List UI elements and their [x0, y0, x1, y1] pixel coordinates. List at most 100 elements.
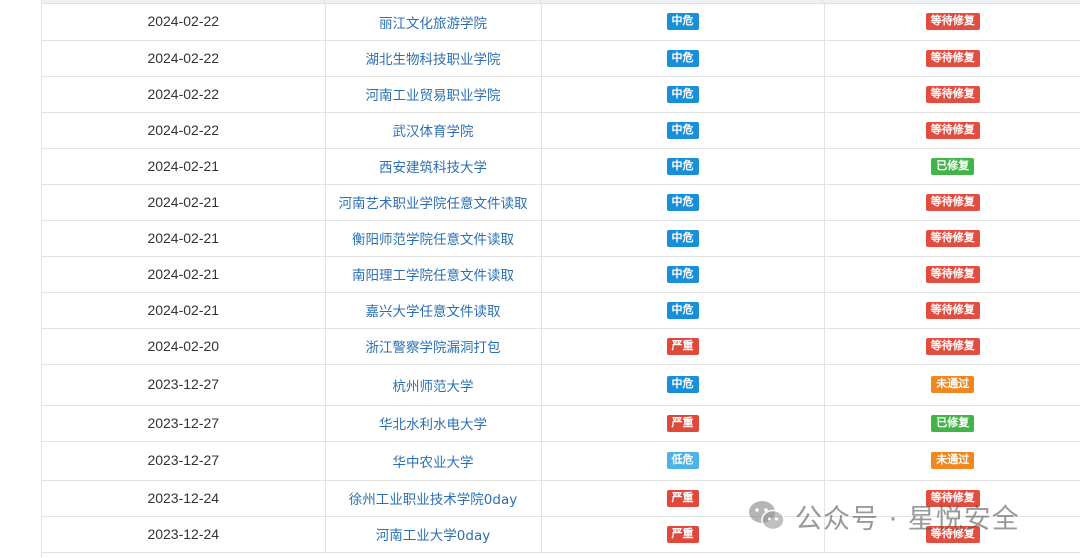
date-cell: 2024-02-22 [42, 40, 326, 77]
level-cell: 严重 [541, 480, 825, 517]
date-cell: 2023-12-24 [42, 480, 326, 517]
report-date: 2023-12-27 [147, 376, 220, 392]
name-cell: 河南工业贸易职业学院 [325, 76, 542, 113]
severity-badge: 中危 [666, 13, 699, 31]
severity-badge: 中危 [666, 121, 699, 139]
date-cell: 2024-02-22 [42, 112, 326, 149]
vulnerability-title-link[interactable]: 嘉兴大学任意文件读取 [366, 304, 501, 320]
table-row: 2024-02-21 西安建筑科技大学 中危 已修复 [42, 148, 1080, 185]
table-row: 2023-12-27 杭州师范大学 中危 未通过 [42, 364, 1080, 406]
report-date: 2024-02-22 [147, 49, 220, 66]
severity-badge: 中危 [666, 49, 699, 67]
table-row: 2024-02-21 衡阳师范学院任意文件读取 中危 等待修复 [42, 220, 1080, 257]
name-cell: 河南工业大学0day [325, 516, 542, 553]
date-cell: 2024-02-21 [42, 184, 326, 221]
name-cell: 河南艺术职业学院任意文件读取 [325, 184, 542, 221]
date-cell: 2024-02-21 [42, 148, 326, 185]
name-cell: 华中农业大学 [325, 441, 542, 481]
vulnerability-title-link[interactable]: 湖北生物科技职业学院 [366, 52, 501, 68]
name-cell: 湖北生物科技职业学院 [325, 40, 542, 77]
date-cell: 2023-12-27 [42, 405, 326, 442]
status-cell: 等待修复 [824, 76, 1080, 113]
level-cell: 中危 [541, 76, 825, 113]
status-cell: 等待修复 [824, 328, 1080, 365]
status-badge: 等待修复 [925, 49, 980, 67]
status-cell: 未通过 [824, 441, 1080, 481]
status-badge: 等待修复 [925, 489, 980, 507]
severity-badge: 低危 [666, 452, 699, 469]
status-badge: 已修复 [931, 157, 975, 175]
vulnerability-title-link[interactable]: 徐州工业职业技术学院0day [349, 492, 517, 508]
severity-badge: 中危 [666, 376, 699, 393]
status-badge: 未通过 [931, 452, 975, 469]
table-row: 2023-12-24 徐州工业职业技术学院0day 严重 等待修复 [42, 480, 1080, 517]
severity-badge: 中危 [666, 265, 699, 283]
level-cell: 严重 [541, 405, 825, 442]
status-cell: 等待修复 [824, 184, 1080, 221]
vulnerability-title-link[interactable]: 浙江警察学院漏洞打包 [366, 340, 501, 356]
severity-badge: 严重 [666, 414, 699, 432]
vulnerability-title-link[interactable]: 武汉体育学院 [393, 124, 474, 140]
name-cell: 衡阳师范学院任意文件读取 [325, 220, 542, 257]
report-date: 2023-12-24 [147, 525, 220, 542]
status-cell: 等待修复 [824, 480, 1080, 517]
name-cell: 徐州工业职业技术学院0day [325, 480, 542, 517]
table-row: 2023-12-27 华北水利水电大学 严重 已修复 [42, 405, 1080, 442]
vulnerability-table: 2024-02-22 丽江文化旅游学院 中危 等待修复 2024-02-22 湖北生物科技… [42, 4, 1080, 553]
table-row: 2024-02-21 河南艺术职业学院任意文件读取 中危 等待修复 [42, 184, 1080, 221]
report-date: 2024-02-20 [147, 337, 220, 354]
vulnerability-title-link[interactable]: 河南工业贸易职业学院 [366, 88, 501, 104]
vulnerability-title-link[interactable]: 华北水利水电大学 [379, 417, 487, 433]
status-badge: 等待修复 [925, 13, 980, 31]
level-cell: 中危 [541, 256, 825, 293]
report-date: 2024-02-22 [147, 121, 220, 138]
level-cell: 严重 [541, 516, 825, 553]
status-badge: 等待修复 [925, 121, 980, 139]
table-row: 2024-02-21 嘉兴大学任意文件读取 中危 等待修复 [42, 292, 1080, 329]
table-body: 2024-02-22 丽江文化旅游学院 中危 等待修复 2024-02-22 湖北生物科技… [42, 4, 1080, 553]
vulnerability-title-link[interactable]: 华中农业大学 [393, 455, 474, 471]
name-cell: 武汉体育学院 [325, 112, 542, 149]
vulnerability-title-link[interactable]: 丽江文化旅游学院 [379, 16, 487, 32]
status-badge: 未通过 [931, 376, 975, 393]
status-badge: 等待修复 [925, 265, 980, 283]
vulnerability-title-link[interactable]: 杭州师范大学 [393, 379, 474, 395]
report-date: 2024-02-21 [147, 229, 220, 246]
report-date: 2024-02-22 [147, 85, 220, 102]
date-cell: 2023-12-24 [42, 516, 326, 553]
status-badge: 等待修复 [925, 301, 980, 319]
table-row: 2024-02-22 武汉体育学院 中危 等待修复 [42, 112, 1080, 149]
status-badge: 等待修复 [925, 337, 980, 355]
vulnerability-table-container: 2024-02-22 丽江文化旅游学院 中危 等待修复 2024-02-22 湖北生物科技… [41, 0, 1080, 558]
date-cell: 2024-02-21 [42, 220, 326, 257]
date-cell: 2023-12-27 [42, 364, 326, 406]
date-cell: 2023-12-27 [42, 441, 326, 481]
severity-badge: 中危 [666, 157, 699, 175]
report-date: 2024-02-21 [147, 301, 220, 318]
severity-badge: 中危 [666, 301, 699, 319]
status-badge: 已修复 [931, 414, 975, 432]
table-row: 2024-02-21 南阳理工学院任意文件读取 中危 等待修复 [42, 256, 1080, 293]
vulnerability-title-link[interactable]: 南阳理工学院任意文件读取 [352, 268, 514, 284]
level-cell: 中危 [541, 112, 825, 149]
vulnerability-title-link[interactable]: 西安建筑科技大学 [379, 160, 487, 176]
report-date: 2024-02-21 [147, 193, 220, 210]
name-cell: 西安建筑科技大学 [325, 148, 542, 185]
report-date: 2023-12-27 [147, 452, 220, 468]
level-cell: 中危 [541, 364, 825, 406]
name-cell: 丽江文化旅游学院 [325, 4, 542, 41]
report-date: 2023-12-24 [147, 489, 220, 506]
status-cell: 等待修复 [824, 516, 1080, 553]
table-row: 2023-12-27 华中农业大学 低危 未通过 [42, 441, 1080, 481]
status-cell: 等待修复 [824, 256, 1080, 293]
report-date: 2024-02-21 [147, 157, 220, 174]
table-row: 2024-02-22 丽江文化旅游学院 中危 等待修复 [42, 4, 1080, 41]
level-cell: 中危 [541, 220, 825, 257]
status-badge: 等待修复 [925, 193, 980, 211]
name-cell: 嘉兴大学任意文件读取 [325, 292, 542, 329]
name-cell: 浙江警察学院漏洞打包 [325, 328, 542, 365]
vulnerability-title-link[interactable]: 河南艺术职业学院任意文件读取 [339, 196, 528, 212]
vulnerability-title-link[interactable]: 衡阳师范学院任意文件读取 [352, 232, 514, 248]
status-cell: 等待修复 [824, 4, 1080, 41]
vulnerability-title-link[interactable]: 河南工业大学0day [376, 528, 490, 544]
